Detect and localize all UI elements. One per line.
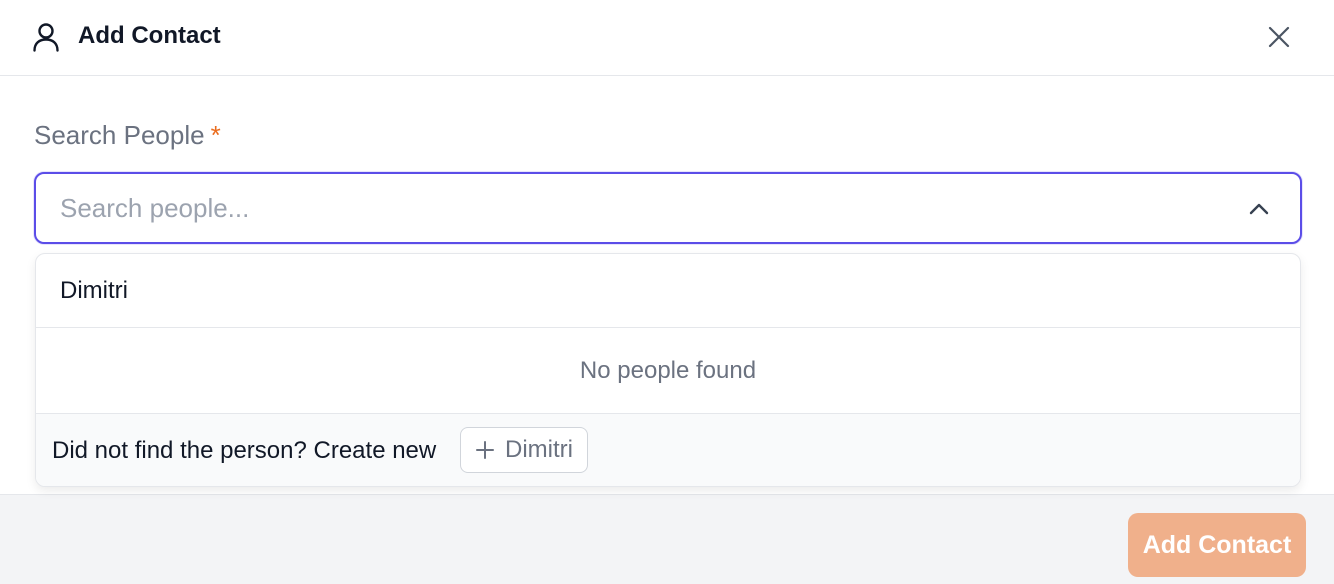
typed-query-text: Dimitri	[60, 277, 128, 304]
search-results-dropdown: Dimitri No people found Did not find the…	[35, 253, 1301, 487]
search-people-label: Search People *	[34, 118, 221, 152]
create-new-prompt: Did not find the person? Create new	[52, 437, 437, 464]
modal-header: Add Contact	[0, 0, 1334, 76]
add-contact-button[interactable]: Add Contact	[1128, 513, 1306, 577]
modal-title: Add Contact	[78, 22, 221, 49]
typed-query-row[interactable]: Dimitri	[36, 254, 1300, 328]
plus-icon	[476, 441, 494, 459]
user-icon	[33, 23, 59, 52]
search-combobox[interactable]	[34, 172, 1302, 244]
modal-footer: Add Contact	[0, 494, 1334, 584]
required-marker: *	[210, 120, 221, 150]
create-person-button[interactable]: Dimitri	[460, 427, 588, 473]
close-icon	[1268, 26, 1290, 48]
close-button[interactable]	[1264, 22, 1294, 52]
empty-results-message: No people found	[36, 328, 1300, 414]
chevron-up-icon[interactable]	[1246, 196, 1272, 222]
label-text: Search People	[34, 120, 205, 150]
create-person-label: Dimitri	[505, 436, 573, 463]
create-new-row: Did not find the person? Create new Dimi…	[36, 414, 1300, 486]
search-input[interactable]	[60, 186, 1220, 230]
